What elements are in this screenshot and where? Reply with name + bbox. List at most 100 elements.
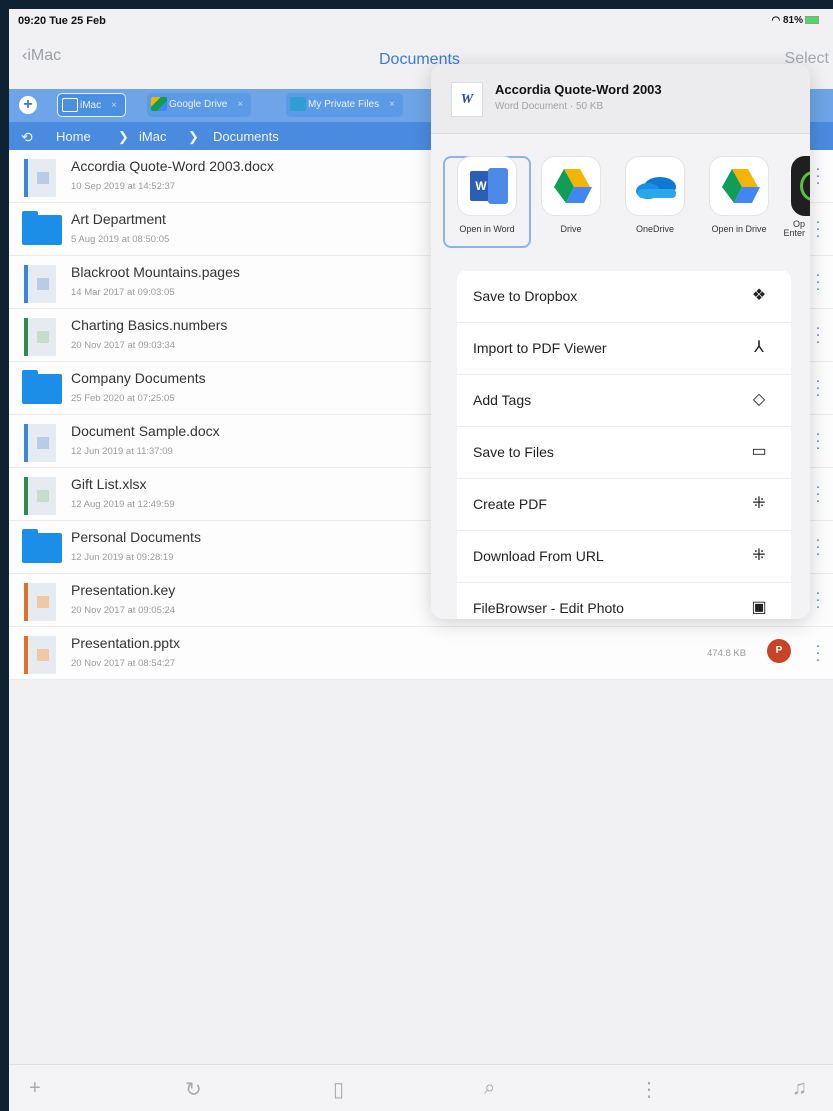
action-import-to-pdf-viewer[interactable]: Import to PDF Viewer ⅄ (457, 323, 791, 375)
action-label: Save to Dropbox (473, 288, 578, 304)
app-row: W Open in Word Drive OneDrive Open in Dr… (431, 146, 810, 246)
document-icon (22, 159, 59, 197)
more-icon[interactable]: · · · (814, 320, 822, 349)
monitor-icon (62, 98, 78, 112)
photo-icon: ▣ (751, 599, 767, 616)
ipad-screen: 09:20 Tue 25 Feb ◠ 81% ‹iMac Documents S… (9, 9, 833, 1111)
close-icon[interactable]: × (111, 100, 117, 111)
history-icon[interactable]: ⟲ (21, 129, 33, 146)
document-icon (22, 424, 59, 462)
folder-icon: ▭ (751, 443, 767, 460)
action-add-tags[interactable]: Add Tags ◇ (457, 375, 791, 427)
action-create-pdf[interactable]: Create PDF ⁜ (457, 479, 791, 531)
document-icon (22, 265, 59, 303)
music-icon[interactable]: ♫ (792, 1077, 807, 1100)
enterprise-app-icon (791, 156, 810, 216)
file-date: 5 Aug 2019 at 08:50:05 (71, 234, 170, 245)
chevron-right-icon: ❯ (188, 129, 199, 144)
file-date: 20 Nov 2017 at 09:05:24 (71, 605, 176, 616)
action-label: Import to PDF Viewer (473, 340, 607, 356)
action-download-from-url[interactable]: Download From URL ⁜ (457, 531, 791, 583)
action-save-to-files[interactable]: Save to Files ▭ (457, 427, 791, 479)
action-filebrowser-edit-photo[interactable]: FileBrowser - Edit Photo ▣ (457, 583, 791, 619)
folder-icon (22, 370, 62, 407)
app-label: Op Enter (783, 219, 805, 238)
onedrive-icon (625, 156, 685, 216)
chevron-right-icon: ❯ (118, 129, 129, 144)
file-name: Art Department (71, 211, 166, 227)
more-icon[interactable]: · · · (814, 638, 822, 667)
spreadsheet-icon (22, 477, 59, 515)
bookmark-icon[interactable]: ▯ (333, 1077, 344, 1102)
breadcrumb-imac[interactable]: iMac (139, 129, 166, 144)
file-date: 25 Feb 2020 at 07:25:05 (71, 393, 175, 404)
file-date: 12 Jun 2019 at 09:28:19 (71, 552, 174, 563)
file-date: 10 Sep 2019 at 14:52:37 (71, 181, 176, 192)
presentation-icon (22, 636, 59, 674)
file-name: Accordia Quote-Word 2003.docx (71, 158, 274, 174)
app-label: Drive (560, 224, 582, 234)
battery-percent: 81% (782, 15, 803, 26)
tab-my-private-files[interactable]: My Private Files × (286, 93, 403, 117)
file-size: 474.8 KB (707, 648, 747, 659)
app-label: Open in Drive (711, 224, 767, 234)
close-icon[interactable]: × (389, 99, 395, 110)
sparkle-icon: ⁜ (752, 547, 766, 564)
close-icon[interactable]: × (237, 99, 243, 110)
search-icon[interactable]: ⌕ (484, 1077, 495, 1100)
more-icon[interactable]: · · · (814, 479, 822, 508)
tab-label: iMac (80, 100, 102, 111)
more-icon[interactable]: · · · (814, 426, 822, 455)
powerpoint-icon: P (767, 639, 791, 663)
tab-google-drive[interactable]: Google Drive × (147, 93, 252, 117)
tab-label: My Private Files (308, 99, 380, 110)
action-label: Create PDF (473, 496, 547, 512)
bottom-toolbar: + ↻ ▯ ⌕ ⋮ ♫ (9, 1064, 833, 1111)
open-in-word-app[interactable]: W Open in Word (443, 146, 531, 234)
sort-icon[interactable]: ⋮ (639, 1077, 659, 1102)
action-label: Save to Files (473, 444, 554, 460)
status-time: 09:20 Tue 25 Feb (18, 15, 106, 27)
more-icon[interactable]: · · · (814, 585, 822, 614)
dropbox-icon: ❖ (751, 287, 767, 304)
breadcrumb-documents[interactable]: Documents (213, 129, 279, 144)
more-icon[interactable]: · · · (814, 161, 822, 190)
folder-icon (22, 211, 62, 248)
file-name: Document Sample.docx (71, 423, 220, 439)
breadcrumb-home[interactable]: Home (56, 129, 91, 144)
file-name: Company Documents (71, 370, 206, 386)
more-icon[interactable]: · · · (814, 267, 822, 296)
drive-app[interactable]: Drive (527, 146, 615, 234)
sparkle-icon: ⁜ (752, 495, 766, 512)
tab-label: Google Drive (169, 99, 228, 110)
app-label: Open in Word (459, 224, 515, 234)
acrobat-icon: ⅄ (754, 339, 764, 356)
file-name: Gift List.xlsx (71, 476, 147, 492)
list-item[interactable]: Presentation.pptx 20 Nov 2017 at 08:54:27… (9, 627, 833, 680)
presentation-icon (22, 583, 59, 621)
status-right: ◠ 81% (771, 15, 819, 26)
back-label: iMac (27, 47, 62, 64)
refresh-icon[interactable]: ↻ (185, 1077, 202, 1102)
file-date: 14 Mar 2017 at 09:03:05 (71, 287, 175, 298)
more-icon[interactable]: · · · (814, 214, 822, 243)
file-name: Presentation.key (71, 582, 176, 598)
action-label: Download From URL (473, 548, 604, 564)
open-in-enterprise-app[interactable]: Op Enter (779, 146, 810, 238)
open-in-drive-app[interactable]: Open in Drive (695, 146, 783, 234)
status-bar: 09:20 Tue 25 Feb ◠ 81% (9, 9, 833, 33)
back-button[interactable]: ‹iMac (22, 47, 61, 65)
action-save-to-dropbox[interactable]: Save to Dropbox ❖ (457, 271, 791, 323)
tab-imac[interactable]: iMac × (57, 93, 126, 117)
more-icon[interactable]: · · · (814, 373, 822, 402)
more-icon[interactable]: · · · (814, 532, 822, 561)
plus-icon[interactable]: + (29, 1077, 41, 1100)
share-title: Accordia Quote-Word 2003 (495, 82, 662, 97)
folder-icon (22, 529, 62, 566)
google-drive-icon (709, 156, 769, 216)
battery-icon (805, 16, 819, 25)
onedrive-app[interactable]: OneDrive (611, 146, 699, 234)
word-document-icon: W (451, 82, 483, 117)
file-date: 20 Nov 2017 at 09:03:34 (71, 340, 176, 351)
add-tab-button[interactable]: + (19, 96, 37, 114)
